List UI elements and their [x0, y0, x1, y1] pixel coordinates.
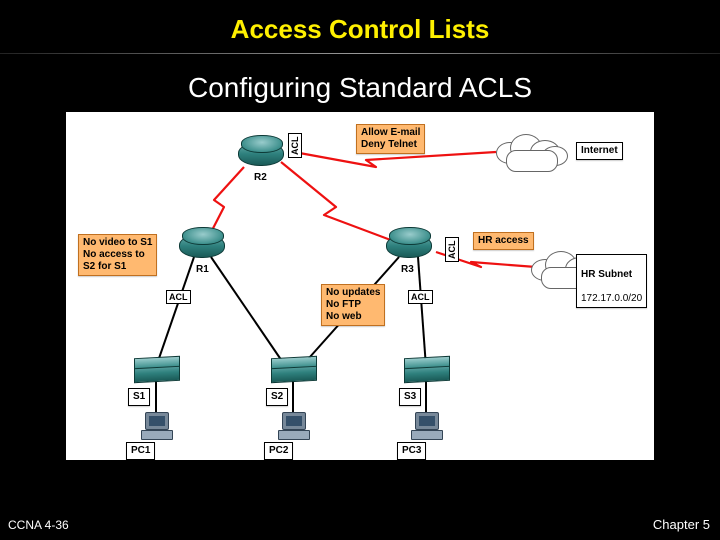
note-r1-policy: No video to S1 No access to S2 for S1 — [78, 234, 157, 276]
router-r2 — [238, 142, 284, 166]
note-hr-access: HR access — [473, 232, 534, 250]
pc-pc1 — [141, 412, 171, 440]
pc-pc3 — [411, 412, 441, 440]
acl-tag-r3: ACL — [408, 290, 433, 304]
router-r3 — [386, 234, 432, 258]
footer-left: CCNA 4-36 — [8, 518, 69, 532]
acl-tag-r3-hr: ACL — [445, 238, 459, 263]
label-pc2: PC2 — [264, 442, 293, 460]
label-s2: S2 — [266, 388, 288, 406]
hr-subnet-addr: 172.17.0.0/20 — [581, 293, 642, 304]
label-internet: Internet — [576, 142, 623, 160]
footer-right: Chapter 5 — [653, 517, 710, 532]
switch-s3 — [404, 364, 450, 382]
acl-tag-r1: ACL — [166, 290, 191, 304]
label-pc3: PC3 — [397, 442, 426, 460]
hr-subnet-title: HR Subnet — [581, 269, 632, 280]
note-r3-policy: No updates No FTP No web — [321, 284, 385, 326]
separator-line — [0, 53, 720, 54]
label-pc1: PC1 — [126, 442, 155, 460]
switch-s1 — [134, 364, 180, 382]
label-s1: S1 — [128, 388, 150, 406]
slide-subtitle: Configuring Standard ACLS — [0, 72, 720, 104]
slide-title: Access Control Lists — [0, 0, 720, 53]
network-diagram: R2 R1 R3 S1 S2 S3 PC1 PC2 PC3 Internet H… — [64, 110, 656, 462]
label-s3: S3 — [399, 388, 421, 406]
pc-pc2 — [278, 412, 308, 440]
note-r2-policy: Allow E-mail Deny Telnet — [356, 124, 425, 154]
switch-s2 — [271, 364, 317, 382]
acl-tag-r2: ACL — [288, 134, 302, 159]
label-hr-subnet: HR Subnet 172.17.0.0/20 — [576, 254, 647, 308]
cloud-internet — [496, 130, 568, 172]
label-r3: R3 — [399, 264, 416, 275]
label-r1: R1 — [194, 264, 211, 275]
router-r1 — [179, 234, 225, 258]
label-r2: R2 — [252, 172, 269, 183]
